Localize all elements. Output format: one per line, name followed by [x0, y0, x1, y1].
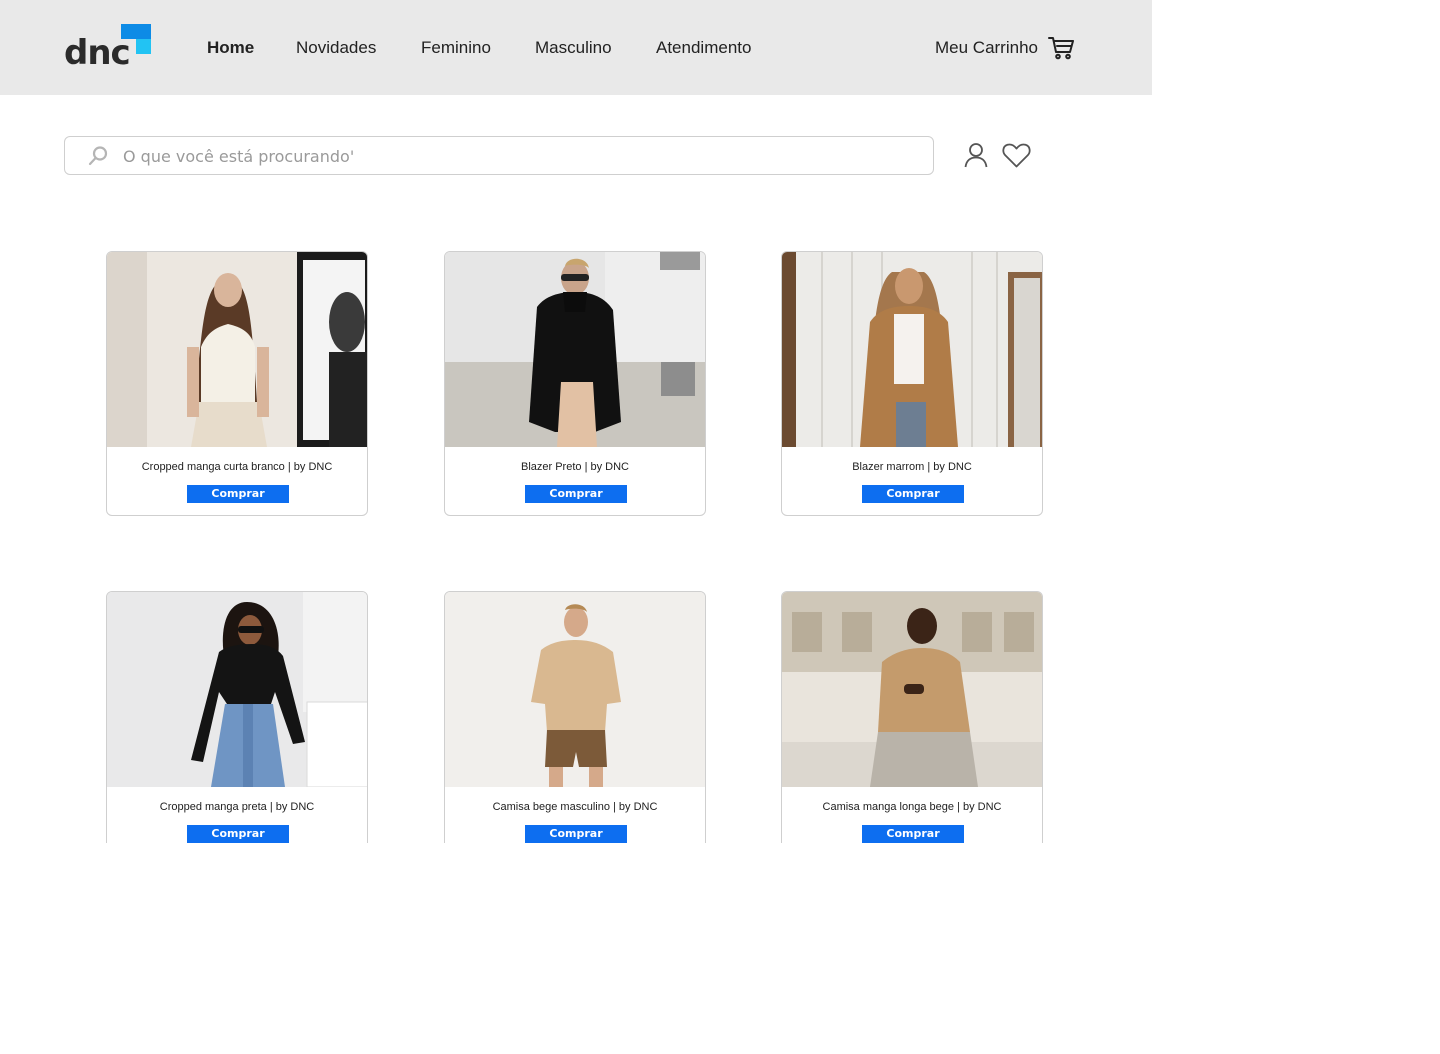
product-image[interactable]	[445, 252, 706, 447]
product-image[interactable]	[445, 592, 706, 787]
buy-button[interactable]: Comprar	[862, 485, 964, 503]
buy-button[interactable]: Comprar	[187, 825, 289, 843]
product-image[interactable]	[782, 252, 1043, 447]
buy-button[interactable]: Comprar	[525, 485, 627, 503]
product-card[interactable]: Blazer marrom | by DNC Comprar	[781, 251, 1043, 516]
product-title: Cropped manga curta branco | by DNC	[141, 461, 333, 473]
product-title: Blazer Preto | by DNC	[520, 461, 629, 473]
product-title: Blazer marrom | by DNC	[852, 461, 972, 473]
product-grid: Cropped manga curta branco | by DNC Comp…	[0, 0, 1152, 843]
buy-button[interactable]: Comprar	[187, 485, 289, 503]
product-card[interactable]: Camisa bege masculino | by DNC Comprar	[444, 591, 706, 843]
product-image[interactable]	[782, 592, 1043, 787]
buy-button[interactable]: Comprar	[862, 825, 964, 843]
product-image[interactable]	[107, 252, 368, 447]
product-card[interactable]: Blazer Preto | by DNC Comprar	[444, 251, 706, 516]
product-card[interactable]: Cropped manga preta | by DNC Comprar	[106, 591, 368, 843]
product-card[interactable]: Cropped manga curta branco | by DNC Comp…	[106, 251, 368, 516]
product-title: Camisa bege masculino | by DNC	[492, 801, 658, 813]
product-image[interactable]	[107, 592, 368, 787]
product-title: Camisa manga longa bege | by DNC	[822, 801, 1002, 813]
product-title: Cropped manga preta | by DNC	[159, 801, 315, 813]
product-card[interactable]: Camisa manga longa bege | by DNC Comprar	[781, 591, 1043, 843]
buy-button[interactable]: Comprar	[525, 825, 627, 843]
